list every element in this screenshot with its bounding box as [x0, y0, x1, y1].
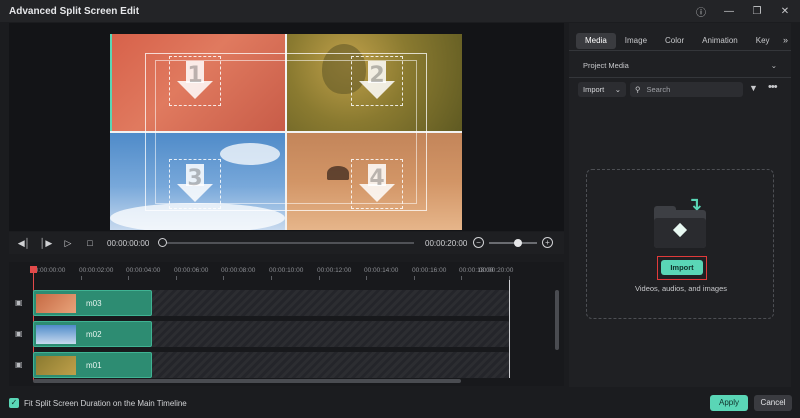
drop-zone-caption: Videos, audios, and images: [634, 284, 727, 293]
ruler-tick: [461, 276, 462, 280]
ruler-tick-label: 00:00:08:00: [221, 267, 256, 274]
playback-bar: ◀│ │▶ ▷ □ 00:00:00:00 00:00:20:00 − +: [9, 232, 564, 254]
playback-progress-knob[interactable]: [158, 238, 167, 247]
ruler-tick-label: 00:00:02:00: [79, 267, 114, 274]
zoom-out-icon[interactable]: −: [473, 237, 484, 248]
clip-thumbnail: [36, 325, 76, 344]
import-button[interactable]: Import: [661, 260, 703, 275]
chevron-down-icon: ⌄: [770, 60, 777, 70]
preview-area: 1 2 3 4: [9, 23, 564, 231]
search-placeholder: Search: [646, 85, 671, 94]
tabs-more-icon[interactable]: »: [783, 35, 788, 45]
divider: [569, 77, 791, 78]
tab-color[interactable]: Color: [656, 33, 693, 49]
ruler-tick: [176, 276, 177, 280]
help-icon[interactable]: ⓘ: [694, 4, 708, 19]
timeline-clip[interactable]: m01: [33, 352, 152, 378]
ruler-tick: [223, 276, 224, 280]
time-ruler[interactable]: 00:00:00:00 00:00:02:00 00:00:04:00 00:00:0…: [31, 262, 564, 280]
chevron-down-icon: ⌄: [614, 85, 621, 94]
timeline: 00:00:00:00 00:00:02:00 00:00:04:00 00:00:0…: [9, 262, 564, 386]
clip-thumbnail: [36, 294, 76, 313]
fit-duration-label[interactable]: Fit Split Screen Duration on the Main Ti…: [24, 399, 187, 408]
window-controls: ⓘ — ❐ ✕: [694, 4, 792, 19]
tab-image[interactable]: Image: [616, 33, 656, 49]
active-cell-edge: [110, 34, 112, 131]
tab-animation[interactable]: Animation: [693, 33, 747, 49]
clip-name: m01: [86, 361, 102, 370]
panel-tabs: Media Image Color Animation Key »: [569, 33, 791, 49]
tab-media[interactable]: Media: [576, 33, 616, 49]
import-dropdown-label: Import: [583, 85, 605, 94]
more-options-icon[interactable]: •••: [768, 81, 780, 93]
current-timecode: 00:00:00:00: [107, 238, 150, 248]
split-screen-canvas[interactable]: 1 2 3 4: [110, 34, 462, 230]
ruler-tick-label: 00:00:14:00: [364, 267, 399, 274]
minimize-icon[interactable]: —: [722, 4, 736, 18]
apply-button[interactable]: Apply: [710, 395, 748, 411]
ruler-tick: [128, 276, 129, 280]
ruler-tick-label: 00:00:06:00: [174, 267, 209, 274]
ruler-tick-label: 00:00:16:00: [412, 267, 447, 274]
zoom-slider-knob[interactable]: [514, 239, 522, 247]
zoom-slider[interactable]: [489, 242, 537, 244]
image-track-icon: ▣: [15, 329, 23, 338]
tab-keyframe[interactable]: Key: [747, 33, 779, 49]
track-row: ▣ m02: [9, 320, 564, 348]
previous-frame-icon[interactable]: ◀│: [17, 236, 31, 250]
ruler-tick-label: 00:00:10:00: [269, 267, 304, 274]
play-icon[interactable]: ▷: [61, 236, 75, 250]
project-media-label: Project Media: [583, 60, 629, 70]
media-drop-zone[interactable]: ↴ Import Videos, audios, and images: [586, 169, 774, 319]
clip-name: m02: [86, 330, 102, 339]
safe-frame-inner: [155, 60, 417, 204]
restore-icon[interactable]: ❐: [750, 4, 764, 18]
timeline-clip[interactable]: m02: [33, 321, 152, 347]
track-row: ▣ m03: [9, 289, 564, 317]
close-icon[interactable]: ✕: [778, 4, 792, 18]
stop-icon[interactable]: □: [83, 236, 97, 250]
cancel-button[interactable]: Cancel: [754, 395, 792, 411]
fit-duration-checkbox[interactable]: ✓: [9, 398, 19, 408]
divider: [569, 50, 791, 51]
import-arrow-icon: ↴: [687, 194, 703, 214]
ruler-tick: [366, 276, 367, 280]
timeline-horizontal-scrollbar[interactable]: [33, 379, 461, 383]
timeline-clip[interactable]: m03: [33, 290, 152, 316]
total-timecode: 00:00:20:00: [425, 239, 468, 248]
next-frame-icon[interactable]: │▶: [39, 236, 53, 250]
folder-import-icon: ↴: [654, 194, 706, 248]
clip-name: m03: [86, 299, 102, 308]
ruler-tick-label: 00:00:20:00: [479, 267, 514, 274]
ruler-tick-label: 00:00:04:00: [126, 267, 161, 274]
window-title: Advanced Split Screen Edit: [9, 5, 140, 17]
ruler-tick: [81, 276, 82, 280]
ruler-tick: [271, 276, 272, 280]
title-bar: Advanced Split Screen Edit ⓘ — ❐ ✕: [0, 0, 800, 22]
import-dropdown[interactable]: Import ⌄: [578, 82, 626, 97]
track-row: ▣ m01: [9, 351, 564, 379]
ruler-tick-label: 00:00:12:00: [317, 267, 352, 274]
timeline-end-marker: [509, 280, 510, 378]
image-track-icon: ▣: [15, 298, 23, 307]
filter-icon[interactable]: ▼: [749, 83, 761, 95]
ruler-tick: [414, 276, 415, 280]
clip-thumbnail: [36, 356, 76, 375]
search-input[interactable]: ⚲ Search: [630, 82, 743, 97]
project-media-select[interactable]: Project Media ⌄: [577, 58, 783, 72]
zoom-in-icon[interactable]: +: [542, 237, 553, 248]
media-panel: Media Image Color Animation Key » Projec…: [569, 23, 791, 387]
image-track-icon: ▣: [15, 360, 23, 369]
playback-progress-track[interactable]: [164, 242, 414, 244]
footer-bar: ✓ Fit Split Screen Duration on the Main …: [0, 390, 800, 418]
ruler-tick: [319, 276, 320, 280]
timeline-vertical-scrollbar[interactable]: [555, 290, 559, 350]
search-icon: ⚲: [635, 85, 641, 94]
